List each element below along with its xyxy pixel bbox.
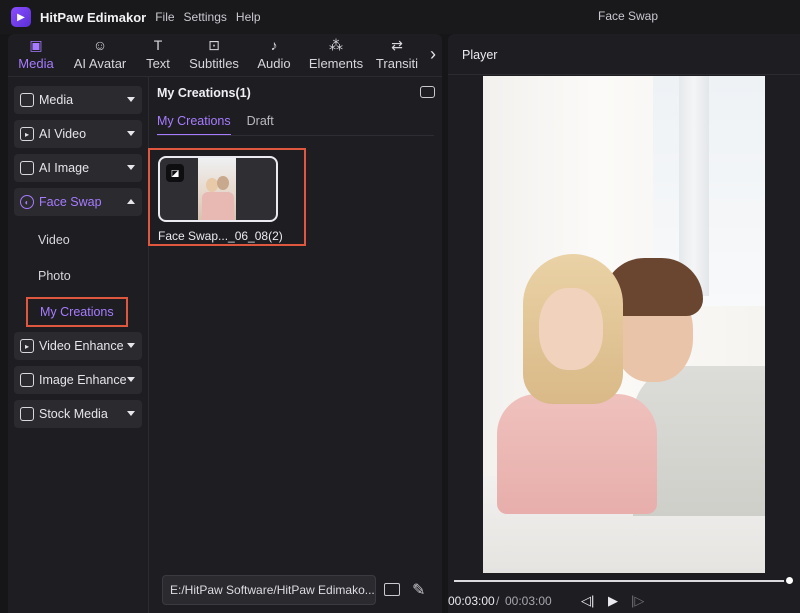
preview-woman-face (539, 288, 603, 370)
player-title: Player (462, 48, 498, 62)
tab-label: Media (18, 56, 54, 71)
chevron-down-icon (127, 343, 135, 348)
total-time: 00:03:00 (505, 594, 552, 608)
sidebar-item-image-enhance[interactable]: Image Enhance (14, 366, 142, 394)
thumbnail-image (198, 158, 236, 220)
chevron-down-icon (127, 411, 135, 416)
tab-text[interactable]: T Text (136, 34, 180, 76)
video-enhance-icon: ▸ (20, 339, 34, 353)
time-separator: / (496, 594, 500, 608)
tab-elements[interactable]: ⁂ Elements (300, 34, 372, 76)
tab-ai-avatar[interactable]: ☺ AI Avatar (64, 34, 136, 76)
previous-frame-icon[interactable]: ◁| (581, 593, 594, 609)
tab-transitions[interactable]: ⇄ Transiti (372, 34, 422, 76)
category-nav: Media ▸ AI Video AI Image ◐ Face Swap Vi… (14, 86, 142, 434)
feedback-icon[interactable] (420, 86, 435, 98)
media-icon (20, 93, 34, 107)
tab-label: Audio (257, 56, 291, 71)
sidebar-item-label: Stock Media (39, 407, 108, 421)
tab-my-creations[interactable]: My Creations (157, 114, 231, 136)
chevron-down-icon (127, 131, 135, 136)
app-logo-icon: ▶ (11, 7, 31, 27)
sidebar-subitem-label: My Creations (26, 297, 128, 327)
sidebar-item-label: Media (39, 93, 74, 107)
tab-audio[interactable]: ♪ Audio (248, 34, 300, 76)
thumbnail-figure (202, 192, 234, 220)
tab-draft[interactable]: Draft (247, 114, 274, 136)
tab-label: Transiti (375, 56, 419, 71)
playback-scrubber-handle[interactable] (784, 575, 795, 586)
chevron-right-icon[interactable]: › (430, 44, 436, 65)
playback-progress-bar[interactable] (454, 580, 790, 582)
image-type-icon: ◪ (166, 164, 184, 182)
creation-thumbnail[interactable]: ◪ (158, 156, 278, 222)
tab-media[interactable]: ▣ Media (8, 34, 64, 76)
chevron-down-icon (127, 97, 135, 102)
sidebar-subitem-label: Video (38, 233, 70, 247)
preview-curtain (679, 76, 709, 296)
chevron-down-icon (127, 377, 135, 382)
main-toolbar: ▣ Media ☺ AI Avatar T Text ⊡ Subtitles ♪… (8, 34, 442, 76)
chevron-up-icon (127, 199, 135, 204)
player-panel: Player 00:03:00 / 00:03:00 ◁| ▶ |▷ (448, 34, 800, 613)
sidebar-item-label: AI Video (39, 127, 87, 141)
toolbar-divider (8, 76, 442, 77)
player-divider (448, 74, 800, 75)
sidebar-item-media[interactable]: Media (14, 86, 142, 114)
menu-file[interactable]: File (155, 10, 174, 24)
play-icon[interactable]: ▶ (608, 593, 618, 609)
title-bar: ▶ HitPaw Edimakor File Settings Help Fac… (0, 0, 800, 34)
audio-icon: ♪ (270, 37, 278, 53)
tab-label: Text (146, 56, 170, 71)
avatar-icon: ☺ (92, 37, 108, 53)
window-title: Face Swap (598, 9, 659, 23)
sidebar-item-face-swap[interactable]: ◐ Face Swap (14, 188, 142, 216)
elements-icon: ⁂ (329, 36, 343, 53)
sidebar-item-label: Image Enhance (39, 373, 127, 387)
sidebar-subitem-label: Photo (38, 269, 71, 283)
sidebar-item-label: Video Enhance (39, 339, 124, 353)
preview-image (483, 76, 765, 573)
menu-help[interactable]: Help (236, 10, 261, 24)
tab-subtitles[interactable]: ⊡ Subtitles (180, 34, 248, 76)
output-path-field[interactable]: E:/HitPaw Software/HitPaw Edimako... (162, 575, 376, 605)
sidebar-item-ai-image[interactable]: AI Image (14, 154, 142, 182)
tab-label: Elements (308, 56, 364, 71)
creation-label: Face Swap..._06_08(2) (158, 229, 283, 243)
thumbnail-figure (206, 178, 218, 192)
content-tabs: My Creations Draft (157, 114, 290, 136)
tabs-divider (157, 135, 434, 136)
transition-icon: ⇄ (391, 36, 403, 53)
subtitles-icon: ⊡ (208, 36, 220, 53)
sidebar-subitem-my-creations[interactable]: My Creations (14, 294, 142, 330)
stock-media-icon (20, 407, 34, 421)
sidebar-item-ai-video[interactable]: ▸ AI Video (14, 120, 142, 148)
sidebar-item-stock-media[interactable]: Stock Media (14, 400, 142, 428)
text-icon: T (153, 37, 163, 53)
next-frame-icon[interactable]: |▷ (631, 593, 644, 609)
menu-settings[interactable]: Settings (184, 10, 227, 24)
image-enhance-icon (20, 373, 34, 387)
face-swap-icon: ◐ (20, 195, 34, 209)
ai-video-icon: ▸ (20, 127, 34, 141)
thumbnail-figure (217, 176, 229, 190)
media-icon: ▣ (29, 36, 43, 53)
edit-icon[interactable]: ✎ (412, 580, 425, 600)
sidebar-item-label: Face Swap (39, 195, 102, 209)
folder-icon[interactable] (384, 583, 400, 596)
tab-label: Subtitles (189, 56, 239, 71)
ai-image-icon (20, 161, 34, 175)
content-title: My Creations(1) (157, 86, 251, 100)
chevron-down-icon (127, 165, 135, 170)
current-time: 00:03:00 (448, 594, 495, 608)
app-name: HitPaw Edimakor (40, 9, 147, 25)
library-panel: ▣ Media ☺ AI Avatar T Text ⊡ Subtitles ♪… (8, 34, 442, 613)
sidebar-item-label: AI Image (39, 161, 90, 175)
sidebar-item-video-enhance[interactable]: ▸ Video Enhance (14, 332, 142, 360)
sidebar-subitem-video[interactable]: Video (14, 222, 142, 258)
tab-label: AI Avatar (73, 56, 127, 71)
sidebar-subitem-photo[interactable]: Photo (14, 258, 142, 294)
preview-woman-dress (497, 394, 657, 514)
